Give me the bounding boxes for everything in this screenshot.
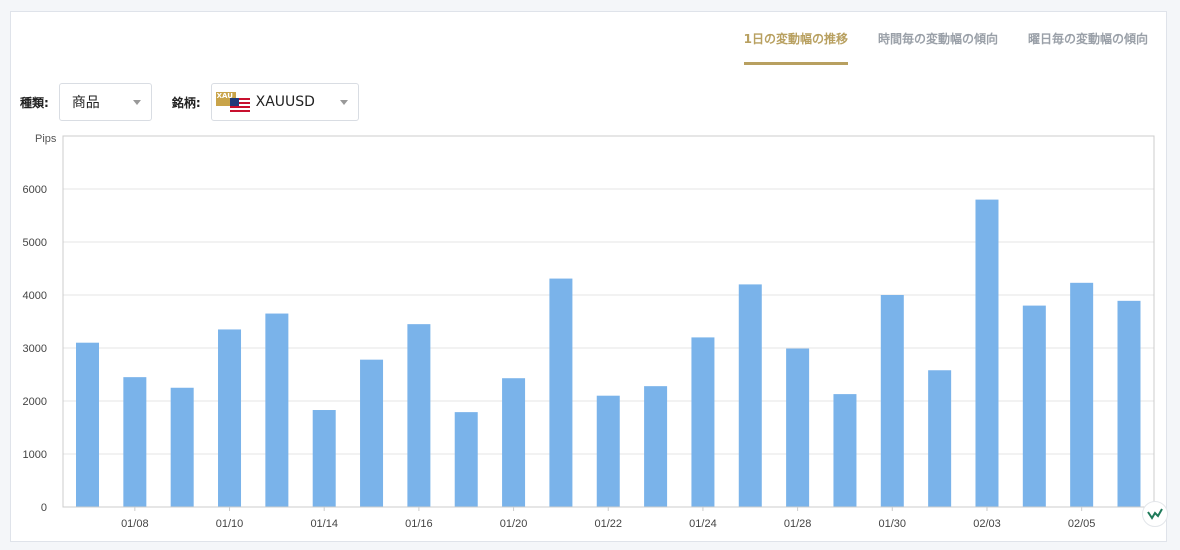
bar[interactable]	[218, 329, 242, 507]
bar[interactable]	[833, 394, 857, 507]
bar[interactable]	[265, 313, 289, 507]
bar[interactable]	[549, 278, 573, 507]
x-tick-label: 01/24	[689, 518, 717, 530]
bar[interactable]	[596, 395, 620, 507]
x-tick-label: 01/10	[216, 518, 244, 530]
y-axis-title: Pips	[35, 133, 57, 145]
bar[interactable]	[407, 324, 431, 507]
bar[interactable]	[170, 387, 194, 507]
bar[interactable]	[123, 377, 147, 507]
bar[interactable]	[312, 410, 336, 507]
bar[interactable]	[1022, 305, 1046, 507]
bar[interactable]	[786, 348, 810, 507]
bar[interactable]	[454, 412, 478, 507]
y-tick-label: 1000	[23, 449, 47, 461]
tradingview-logo-icon[interactable]	[1142, 501, 1168, 527]
bar[interactable]	[738, 284, 762, 507]
x-tick-label: 02/05	[1068, 518, 1096, 530]
y-tick-label: 5000	[23, 237, 47, 249]
bar[interactable]	[1070, 282, 1094, 507]
y-tick-label: 3000	[23, 343, 47, 355]
bar[interactable]	[975, 199, 999, 507]
bar[interactable]	[880, 295, 904, 507]
x-tick-label: 02/03	[973, 518, 1001, 530]
x-tick-label: 01/22	[594, 518, 622, 530]
bar[interactable]	[360, 359, 384, 507]
x-tick-label: 01/30	[879, 518, 907, 530]
x-tick-label: 01/28	[784, 518, 812, 530]
bar-chart: Pips 0 1000 2000 3000 4000 5000 6000 01/08 01/1…	[23, 133, 1155, 530]
bar[interactable]	[691, 337, 715, 507]
y-tick-label: 2000	[23, 396, 47, 408]
bar[interactable]	[1117, 300, 1141, 507]
bar[interactable]	[502, 378, 526, 507]
x-tick-labels: 01/08 01/10 01/14 01/16 01/20 01/22 01/24 01/28…	[121, 507, 1095, 530]
y-tick-label: 6000	[23, 184, 47, 196]
y-tick-labels: 0 1000 2000 3000 4000 5000 6000	[23, 184, 47, 514]
x-tick-label: 01/16	[405, 518, 433, 530]
x-tick-label: 01/20	[500, 518, 528, 530]
y-tick-label: 0	[41, 502, 47, 514]
x-tick-label: 01/14	[310, 518, 338, 530]
chart-card: 1日の変動幅の推移 時間毎の変動幅の傾向 曜日毎の変動幅の傾向 種類: 商品 銘…	[10, 11, 1168, 542]
bars	[76, 199, 1141, 507]
x-tick-label: 01/08	[121, 518, 149, 530]
bar[interactable]	[76, 342, 99, 507]
y-tick-label: 4000	[23, 290, 47, 302]
bar[interactable]	[928, 370, 952, 507]
bar[interactable]	[644, 386, 668, 507]
